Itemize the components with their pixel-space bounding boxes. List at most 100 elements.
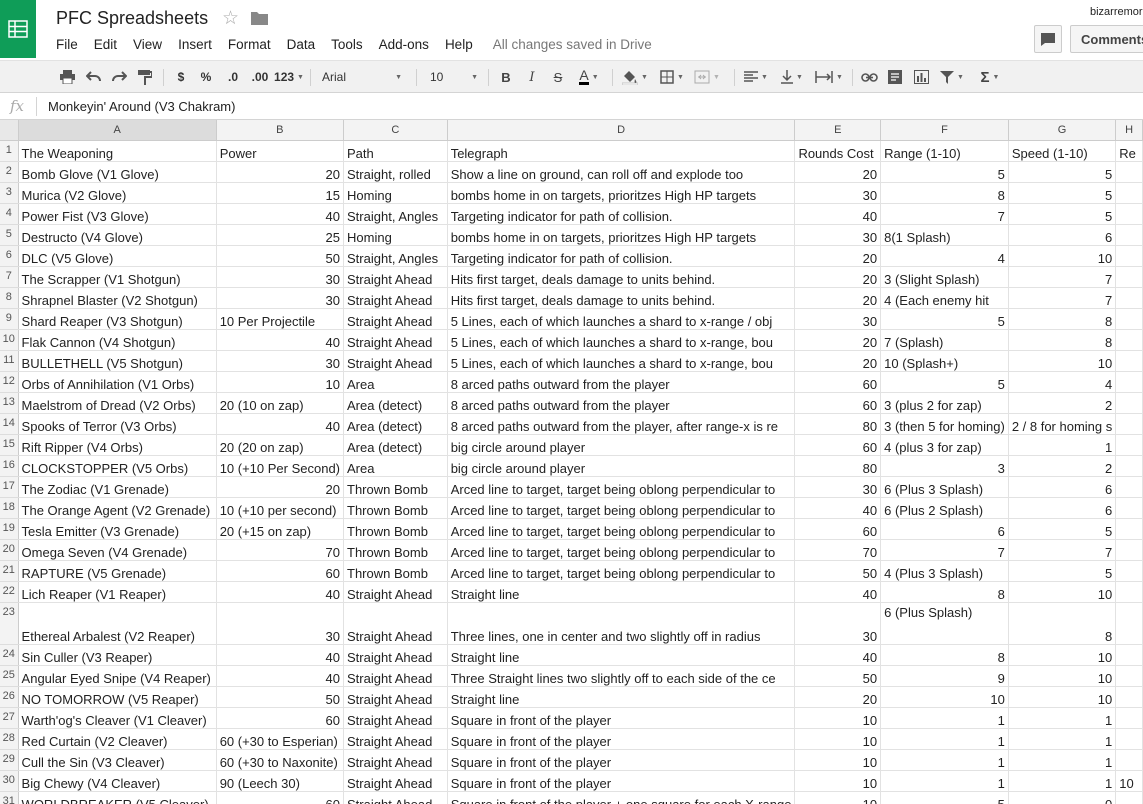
cell-f[interactable]: 10 (Splash+): [880, 350, 1009, 372]
cell-d[interactable]: Telegraph: [447, 140, 796, 162]
menu-tools[interactable]: Tools: [323, 37, 371, 52]
horizontal-align-button[interactable]: ▼: [740, 65, 772, 89]
cell-b[interactable]: 60 (+30 to Esperian): [216, 728, 345, 750]
folder-icon[interactable]: [251, 11, 268, 28]
cell-h[interactable]: [1115, 791, 1143, 804]
cell-g[interactable]: 6: [1008, 224, 1117, 246]
cell-d[interactable]: Square in front of the player: [447, 749, 796, 771]
row-header[interactable]: 27: [0, 707, 19, 729]
cell-d[interactable]: Straight line: [447, 644, 796, 666]
cell-d[interactable]: Straight line: [447, 581, 796, 603]
cell-e[interactable]: 10: [794, 728, 882, 750]
cell-e[interactable]: Rounds Cost: [794, 140, 882, 162]
cell-e[interactable]: 50: [794, 665, 882, 687]
cell-e[interactable]: 80: [794, 455, 882, 477]
row-header[interactable]: 23: [0, 602, 19, 645]
cell-e[interactable]: 10: [794, 707, 882, 729]
cell-a[interactable]: RAPTURE (V5 Grenade): [18, 560, 217, 582]
cell-a[interactable]: Rift Ripper (V4 Orbs): [18, 434, 217, 456]
cell-h[interactable]: [1115, 749, 1143, 771]
cell-g[interactable]: 5: [1008, 161, 1117, 183]
cell-a[interactable]: Spooks of Terror (V3 Orbs): [18, 413, 217, 435]
cell-b[interactable]: 90 (Leech 30): [216, 770, 345, 792]
cell-a[interactable]: WORLDBREAKER (V5 Cleaver): [18, 791, 217, 804]
row-header[interactable]: 7: [0, 266, 19, 288]
percent-format-button[interactable]: %: [196, 65, 216, 89]
italic-button[interactable]: I: [522, 65, 542, 89]
menu-view[interactable]: View: [125, 37, 170, 52]
cell-a[interactable]: Red Curtain (V2 Cleaver): [18, 728, 217, 750]
cell-e[interactable]: 30: [794, 476, 882, 498]
cell-b[interactable]: 40: [216, 581, 345, 603]
cell-h[interactable]: [1115, 266, 1143, 288]
cell-a[interactable]: Tesla Emitter (V3 Grenade): [18, 518, 217, 540]
cell-c[interactable]: Straight Ahead: [343, 287, 448, 309]
cell-g[interactable]: 7: [1008, 539, 1117, 561]
cell-d[interactable]: Arced line to target, target being oblon…: [447, 518, 796, 540]
cell-e[interactable]: 10: [794, 749, 882, 771]
cell-d[interactable]: bombs home in on targets, prioritzes Hig…: [447, 182, 796, 204]
strikethrough-button[interactable]: S: [548, 65, 568, 89]
cell-h[interactable]: [1115, 518, 1143, 540]
cell-e[interactable]: 40: [794, 203, 882, 225]
cell-c[interactable]: Straight Ahead: [343, 644, 448, 666]
print-icon[interactable]: [56, 65, 78, 89]
fill-color-button[interactable]: ▼: [618, 65, 652, 89]
row-header[interactable]: 17: [0, 476, 19, 498]
cell-g[interactable]: 2 / 8 for homing s: [1008, 413, 1117, 435]
cell-e[interactable]: 60: [794, 434, 882, 456]
cell-g[interactable]: 10: [1008, 245, 1117, 267]
cell-b[interactable]: 15: [216, 182, 345, 204]
cell-a[interactable]: CLOCKSTOPPER (V5 Orbs): [18, 455, 217, 477]
cell-b[interactable]: 10: [216, 371, 345, 393]
cell-d[interactable]: Hits first target, deals damage to units…: [447, 266, 796, 288]
cell-f[interactable]: 10: [880, 686, 1009, 708]
cell-b[interactable]: 40: [216, 203, 345, 225]
cell-a[interactable]: Big Chewy (V4 Cleaver): [18, 770, 217, 792]
cell-d[interactable]: 5 Lines, each of which launches a shard …: [447, 350, 796, 372]
cell-c[interactable]: Area: [343, 455, 448, 477]
cell-d[interactable]: Arced line to target, target being oblon…: [447, 539, 796, 561]
cell-g[interactable]: 2: [1008, 455, 1117, 477]
cell-c[interactable]: Straight Ahead: [343, 686, 448, 708]
cell-f[interactable]: 7: [880, 203, 1009, 225]
cell-e[interactable]: 80: [794, 413, 882, 435]
row-header[interactable]: 18: [0, 497, 19, 519]
column-header-c[interactable]: C: [343, 120, 448, 141]
cell-f[interactable]: 4: [880, 245, 1009, 267]
cell-a[interactable]: DLC (V5 Glove): [18, 245, 217, 267]
cell-c[interactable]: Straight Ahead: [343, 308, 448, 330]
cell-e[interactable]: 10: [794, 791, 882, 804]
functions-button[interactable]: Σ ▼: [974, 65, 1006, 89]
cell-h[interactable]: [1115, 686, 1143, 708]
cell-b[interactable]: 30: [216, 602, 345, 645]
cell-e[interactable]: 20: [794, 350, 882, 372]
cell-f[interactable]: 6 (Plus 2 Splash): [880, 497, 1009, 519]
cell-b[interactable]: 60: [216, 560, 345, 582]
cell-b[interactable]: 50: [216, 245, 345, 267]
cell-f[interactable]: 8: [880, 644, 1009, 666]
column-header-b[interactable]: B: [216, 120, 345, 141]
cell-g[interactable]: 0: [1008, 791, 1117, 804]
cell-b[interactable]: 20: [216, 476, 345, 498]
cell-d[interactable]: Arced line to target, target being oblon…: [447, 497, 796, 519]
cell-g[interactable]: 8: [1008, 329, 1117, 351]
menu-edit[interactable]: Edit: [86, 37, 125, 52]
cell-f[interactable]: 1: [880, 770, 1009, 792]
column-header-f[interactable]: F: [880, 120, 1009, 141]
cell-f[interactable]: 1: [880, 707, 1009, 729]
row-header[interactable]: 24: [0, 644, 19, 666]
cell-c[interactable]: Straight Ahead: [343, 791, 448, 804]
cell-d[interactable]: 5 Lines, each of which launches a shard …: [447, 329, 796, 351]
vertical-align-button[interactable]: ▼: [776, 65, 808, 89]
cell-g[interactable]: 10: [1008, 665, 1117, 687]
font-family-dropdown[interactable]: Arial ▼: [318, 65, 406, 89]
cell-a[interactable]: The Scrapper (V1 Shotgun): [18, 266, 217, 288]
row-header[interactable]: 11: [0, 350, 19, 372]
cell-d[interactable]: Square in front of the player + one squa…: [447, 791, 796, 804]
menu-insert[interactable]: Insert: [170, 37, 220, 52]
cell-d[interactable]: Three Straight lines two slightly off to…: [447, 665, 796, 687]
cell-c[interactable]: Homing: [343, 182, 448, 204]
cell-d[interactable]: 5 Lines, each of which launches a shard …: [447, 308, 796, 330]
text-wrapping-button[interactable]: ▼: [812, 65, 846, 89]
